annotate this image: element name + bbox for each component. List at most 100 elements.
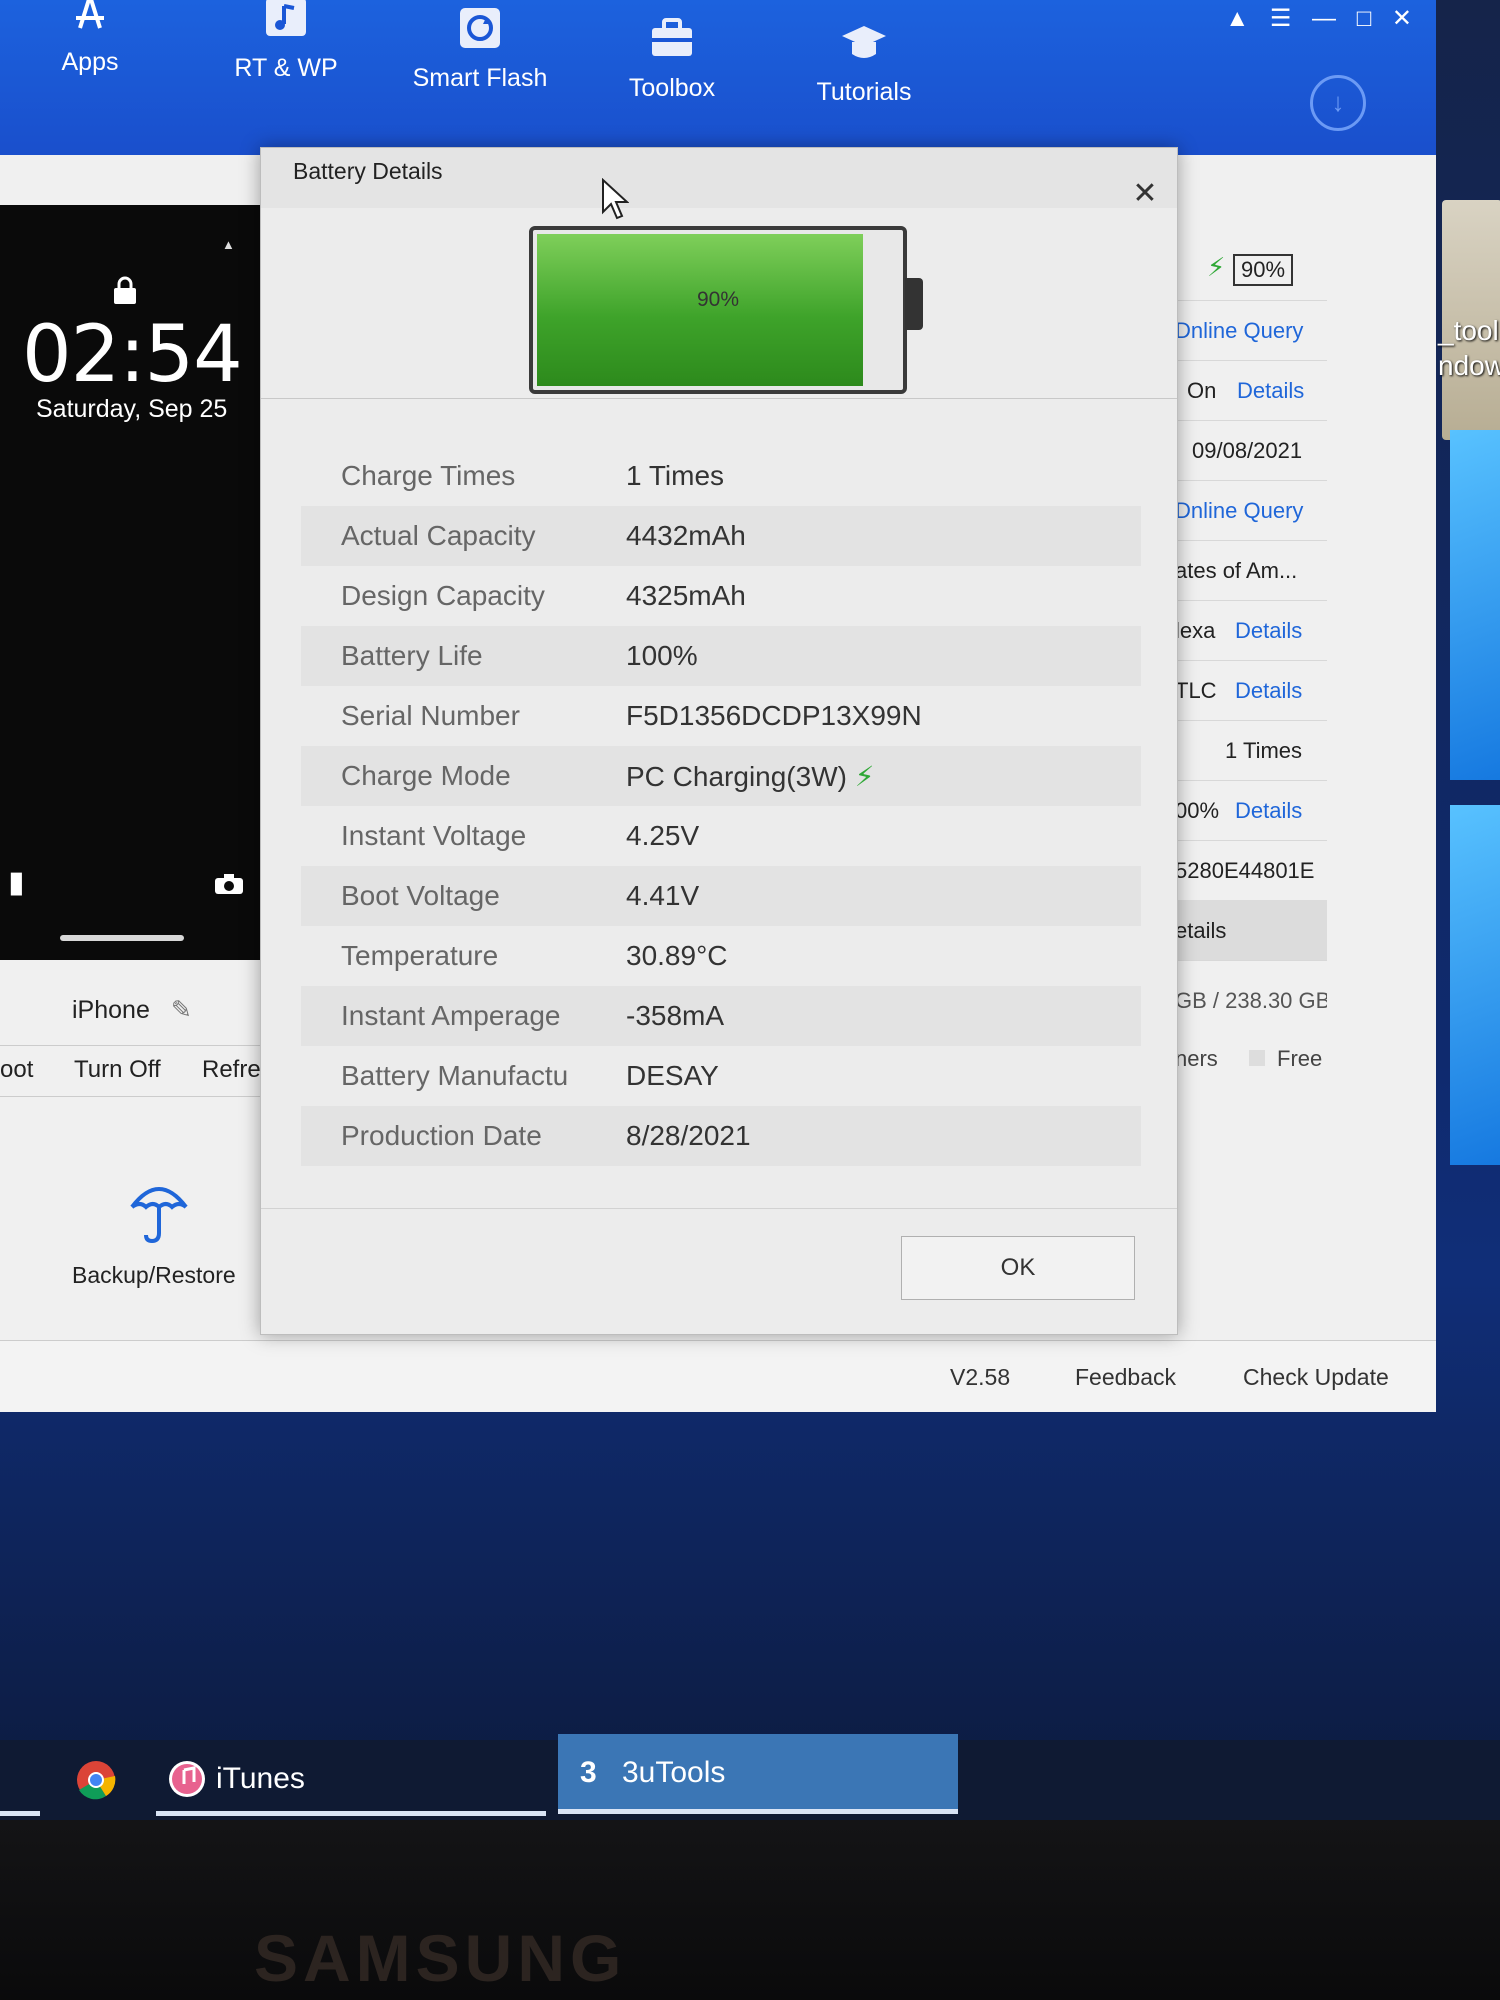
window-controls: ▲ ☰ — □ ✕ bbox=[1211, 4, 1412, 33]
taskbar-indicator bbox=[558, 1809, 958, 1814]
taskbar-itunes[interactable]: iTunes bbox=[156, 1740, 546, 1820]
device-name-label: iPhone bbox=[72, 996, 150, 1024]
nav-toolbox[interactable]: Toolbox bbox=[592, 0, 752, 103]
ok-button[interactable]: OK bbox=[901, 1236, 1135, 1300]
monitor-bezel bbox=[0, 1820, 1500, 2000]
dialog-divider bbox=[261, 1208, 1177, 1209]
nav-label: Smart Flash bbox=[412, 64, 548, 92]
battery-detail-table: Charge Times 1 Times Actual Capacity 4432m… bbox=[301, 446, 1141, 1166]
camera-icon bbox=[215, 874, 243, 894]
version-label: V2.58 bbox=[950, 1364, 1011, 1390]
nav-apps[interactable]: Apps bbox=[10, 0, 170, 77]
nav-rt-wp[interactable]: RT & WP bbox=[206, 0, 366, 83]
lock-icon bbox=[114, 276, 136, 304]
detail-row: Serial Number F5D1356DCDP13X99N bbox=[341, 700, 922, 731]
close-icon[interactable]: ✕ bbox=[1127, 176, 1163, 212]
nav-label: Apps bbox=[61, 48, 119, 76]
taskbar-label: 3uTools bbox=[622, 1756, 726, 1789]
close-icon[interactable]: ✕ bbox=[1392, 4, 1412, 33]
tutorials-icon bbox=[842, 26, 886, 58]
signal-icon: ▲ bbox=[222, 237, 235, 252]
taskbar-3utools[interactable]: 3 3uTools bbox=[558, 1734, 958, 1814]
nav-label: RT & WP bbox=[234, 54, 338, 82]
windows-logo-pane bbox=[1450, 805, 1500, 1165]
charging-bolt-icon: ⚡ bbox=[854, 761, 875, 792]
skin-icon[interactable]: ▲ bbox=[1225, 5, 1249, 33]
reboot-button[interactable]: oot bbox=[0, 1056, 33, 1084]
storage-legend: ners Free bbox=[1175, 1046, 1323, 1071]
desktop-icon-label: _tool bbox=[1438, 315, 1499, 346]
detail-row: Boot Voltage 4.41V bbox=[301, 866, 1141, 926]
info-row: lexa Details bbox=[1175, 600, 1327, 661]
nav-smart-flash[interactable]: Smart Flash bbox=[400, 0, 560, 93]
storage-usage: GB / 238.30 GB bbox=[1175, 988, 1327, 1013]
dialog-title: Battery Details bbox=[293, 158, 443, 184]
nav-label: Toolbox bbox=[628, 74, 716, 102]
turn-off-button[interactable]: Turn Off bbox=[74, 1056, 161, 1084]
device-screen-preview: ▲ 02:54 Saturday, Sep 25 ▮ bbox=[0, 205, 262, 960]
battery-terminal bbox=[905, 278, 923, 330]
chrome-icon bbox=[77, 1761, 116, 1800]
legend-free-swatch bbox=[1249, 1050, 1265, 1066]
windows-logo-pane bbox=[1450, 430, 1500, 780]
detail-row: Instant Amperage -358mA bbox=[301, 986, 1141, 1046]
charging-bolt-icon: ⚡ bbox=[1207, 252, 1226, 282]
info-row: 5280E44801E bbox=[1175, 840, 1327, 901]
lockscreen-date: Saturday, Sep 25 bbox=[36, 395, 228, 423]
desktop-screen: _tool ndow Apps RT & WP Smart Flash Tool… bbox=[0, 0, 1500, 1820]
app-header: Apps RT & WP Smart Flash Toolbox Tutoria… bbox=[0, 0, 1436, 155]
info-row: On Details bbox=[1175, 360, 1327, 421]
windows-taskbar: iTunes 3 3uTools bbox=[0, 1734, 1500, 1820]
charge-mode-value: PC Charging(3W) bbox=[626, 761, 847, 792]
info-row[interactable]: Dnline Query bbox=[1175, 480, 1327, 541]
taskbar-indicator bbox=[156, 1811, 546, 1816]
lockscreen-clock: 02:54 bbox=[22, 310, 243, 400]
edit-icon[interactable]: ✎ bbox=[171, 996, 192, 1024]
info-row-details-button[interactable]: etails bbox=[1175, 900, 1327, 961]
nav-label: Tutorials bbox=[816, 78, 912, 106]
detail-row: Charge Times 1 Times bbox=[341, 460, 725, 491]
details-link[interactable]: Details bbox=[1235, 618, 1302, 644]
desktop-icon-label: ndow bbox=[1438, 350, 1500, 381]
home-indicator bbox=[60, 935, 184, 941]
device-actions: oot Turn Off Refre bbox=[0, 1045, 262, 1097]
info-row: 00% Details bbox=[1175, 780, 1327, 841]
feedback-link[interactable]: Feedback bbox=[1075, 1364, 1176, 1391]
desktop-right-edge: _tool ndow bbox=[1438, 150, 1500, 1200]
details-link[interactable]: Details bbox=[1237, 378, 1304, 404]
battery-details-dialog: Battery Details ✕ 90% Charge Times 1 Time… bbox=[260, 147, 1178, 1335]
menu-icon[interactable]: ☰ bbox=[1270, 4, 1292, 33]
info-row[interactable]: Dnline Query bbox=[1175, 300, 1327, 361]
smart-flash-icon bbox=[460, 8, 500, 48]
detail-row: Design Capacity 4325mAh bbox=[341, 580, 746, 611]
detail-row: Instant Voltage 4.25V bbox=[341, 820, 700, 851]
minimize-icon[interactable]: — bbox=[1312, 5, 1336, 33]
nav-tutorials[interactable]: Tutorials bbox=[784, 0, 944, 107]
refresh-button[interactable]: Refre bbox=[202, 1056, 261, 1084]
battery-percent-badge: 90% bbox=[1233, 254, 1294, 286]
toolbox-icon bbox=[652, 18, 692, 56]
taskbar-chrome[interactable] bbox=[72, 1740, 124, 1820]
info-row: ates of Am... bbox=[1175, 540, 1327, 601]
details-link[interactable]: Details bbox=[1235, 678, 1302, 704]
umbrella-icon[interactable] bbox=[128, 1175, 190, 1245]
battery-graphic-area: 90% bbox=[261, 208, 1177, 399]
taskbar-indicator bbox=[0, 1811, 40, 1816]
apps-icon bbox=[76, 0, 104, 29]
check-update-link[interactable]: Check Update bbox=[1243, 1364, 1389, 1391]
download-icon[interactable]: ↓ bbox=[1310, 75, 1366, 131]
info-row: 1 Times bbox=[1175, 720, 1327, 781]
detail-row: Actual Capacity 4432mAh bbox=[301, 506, 1141, 566]
details-link[interactable]: Details bbox=[1235, 798, 1302, 824]
3utools-window: Apps RT & WP Smart Flash Toolbox Tutoria… bbox=[0, 0, 1436, 1412]
maximize-icon[interactable]: □ bbox=[1357, 5, 1372, 33]
flashlight-icon: ▮ bbox=[8, 866, 25, 899]
3utools-icon: 3 bbox=[580, 1756, 597, 1789]
monitor-brand-logo: SAMSUNG bbox=[254, 1921, 627, 1995]
detail-row: Charge Mode PC Charging(3W) ⚡ bbox=[301, 746, 1141, 806]
battery-icon: 90% bbox=[529, 226, 907, 394]
device-name: iPhone ✎ bbox=[72, 995, 192, 1025]
app-footer: V2.58 Feedback Check Update bbox=[0, 1340, 1436, 1412]
backup-restore-label[interactable]: Backup/Restore bbox=[72, 1262, 236, 1289]
itunes-icon bbox=[169, 1761, 205, 1797]
